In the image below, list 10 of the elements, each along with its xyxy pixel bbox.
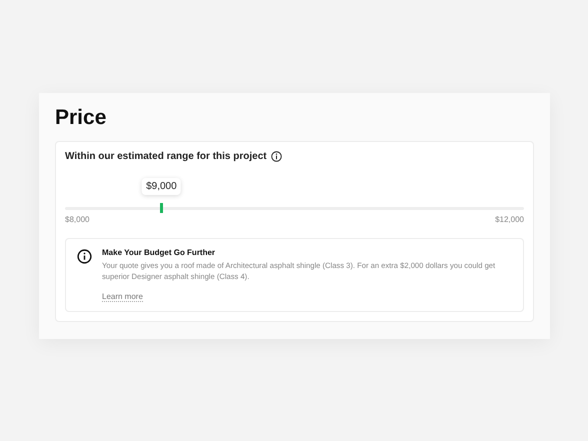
section-title: Price: [55, 105, 108, 131]
learn-more-link[interactable]: Learn more: [102, 292, 143, 302]
value-tooltip: $9,000: [142, 178, 181, 195]
info-icon: [77, 249, 92, 264]
range-label: Within our estimated range for this project: [65, 151, 267, 162]
info-icon[interactable]: [270, 151, 282, 162]
max-label: $12,000: [495, 215, 524, 224]
min-label: $8,000: [65, 215, 90, 224]
tip-heading: Make Your Budget Go Further: [102, 248, 216, 257]
slider-handle[interactable]: [160, 203, 164, 213]
